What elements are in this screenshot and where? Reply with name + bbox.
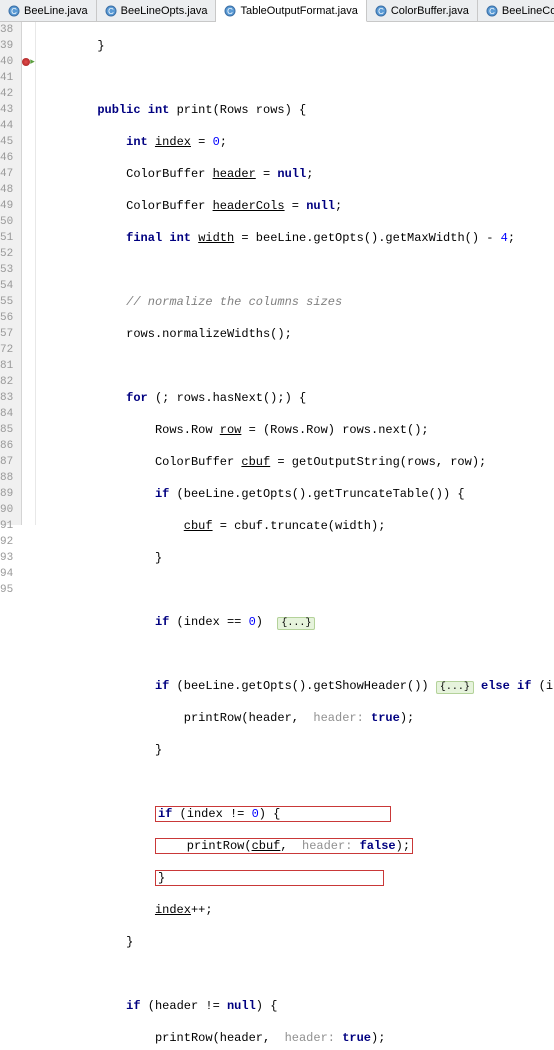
code-line <box>40 358 554 374</box>
code-line: } <box>40 870 554 886</box>
code-line: } <box>40 742 554 758</box>
code-line <box>40 774 554 790</box>
code-line: for (; rows.hasNext();) { <box>40 390 554 406</box>
tab-tableoutputformat[interactable]: C TableOutputFormat.java <box>216 0 366 22</box>
code-line: if (header != null) { <box>40 998 554 1014</box>
code-line <box>40 646 554 662</box>
code-line: printRow(cbuf, header: false); <box>40 838 554 854</box>
code-line: index++; <box>40 902 554 918</box>
code-line: ColorBuffer cbuf = getOutputString(rows,… <box>40 454 554 470</box>
tab-label: BeeLineCommandComp <box>502 5 554 17</box>
svg-text:C: C <box>108 7 114 16</box>
code-line: Rows.Row row = (Rows.Row) rows.next(); <box>40 422 554 438</box>
highlighted-block: } <box>155 870 384 886</box>
code-area[interactable]: } public int print(Rows rows) { int inde… <box>36 22 554 525</box>
code-line: if (beeLine.getOpts().getShowHeader()) {… <box>40 678 554 694</box>
code-line: ColorBuffer header = null; <box>40 166 554 182</box>
line-number-gutter: 3839404142434445464748495051525354555657… <box>0 22 22 525</box>
fold-marker[interactable]: {...} <box>436 681 474 694</box>
code-line <box>40 966 554 982</box>
code-line: if (beeLine.getOpts().getTruncateTable()… <box>40 486 554 502</box>
code-line: cbuf = cbuf.truncate(width); <box>40 518 554 534</box>
override-icon: ▸ <box>30 57 35 67</box>
svg-text:C: C <box>489 7 495 16</box>
tab-label: BeeLineOpts.java <box>121 5 208 17</box>
code-line: if (index == 0) {...} <box>40 614 554 630</box>
tab-label: BeeLine.java <box>24 5 88 17</box>
code-line: rows.normalizeWidths(); <box>40 326 554 342</box>
code-line: if (index != 0) { <box>40 806 554 822</box>
java-class-icon: C <box>224 5 236 17</box>
svg-text:C: C <box>11 7 17 16</box>
svg-text:C: C <box>228 7 234 16</box>
java-class-icon: C <box>105 5 117 17</box>
code-line: } <box>40 550 554 566</box>
code-line: public int print(Rows rows) { <box>40 102 554 118</box>
marker-gutter: ▸ <box>22 22 36 525</box>
editor-area: 3839404142434445464748495051525354555657… <box>0 22 554 525</box>
code-line <box>40 582 554 598</box>
code-line: } <box>40 38 554 54</box>
code-line: ColorBuffer headerCols = null; <box>40 198 554 214</box>
code-line: printRow(header, header: true); <box>40 710 554 726</box>
code-line: final int width = beeLine.getOpts().getM… <box>40 230 554 246</box>
code-line: // normalize the columns sizes <box>40 294 554 310</box>
editor-tabs: C BeeLine.java C BeeLineOpts.java C TableOu… <box>0 0 554 22</box>
tab-beelinecommandcomp[interactable]: C BeeLineCommandComp <box>478 0 554 21</box>
fold-marker[interactable]: {...} <box>277 617 315 630</box>
code-line <box>40 262 554 278</box>
breakpoint-icon[interactable] <box>22 58 30 66</box>
tab-label: TableOutputFormat.java <box>240 5 357 17</box>
java-class-icon: C <box>486 5 498 17</box>
tab-colorbuffer[interactable]: C ColorBuffer.java <box>367 0 478 21</box>
highlighted-block: if (index != 0) { <box>155 806 391 822</box>
code-line: printRow(header, header: true); <box>40 1030 554 1046</box>
code-line <box>40 70 554 86</box>
java-class-icon: C <box>375 5 387 17</box>
svg-text:C: C <box>378 7 384 16</box>
tab-label: ColorBuffer.java <box>391 5 469 17</box>
tab-beelineopts[interactable]: C BeeLineOpts.java <box>97 0 217 21</box>
highlighted-block: printRow(cbuf, header: false); <box>155 838 413 854</box>
tab-beeline[interactable]: C BeeLine.java <box>0 0 97 21</box>
code-line: } <box>40 934 554 950</box>
code-line: int index = 0; <box>40 134 554 150</box>
java-class-icon: C <box>8 5 20 17</box>
